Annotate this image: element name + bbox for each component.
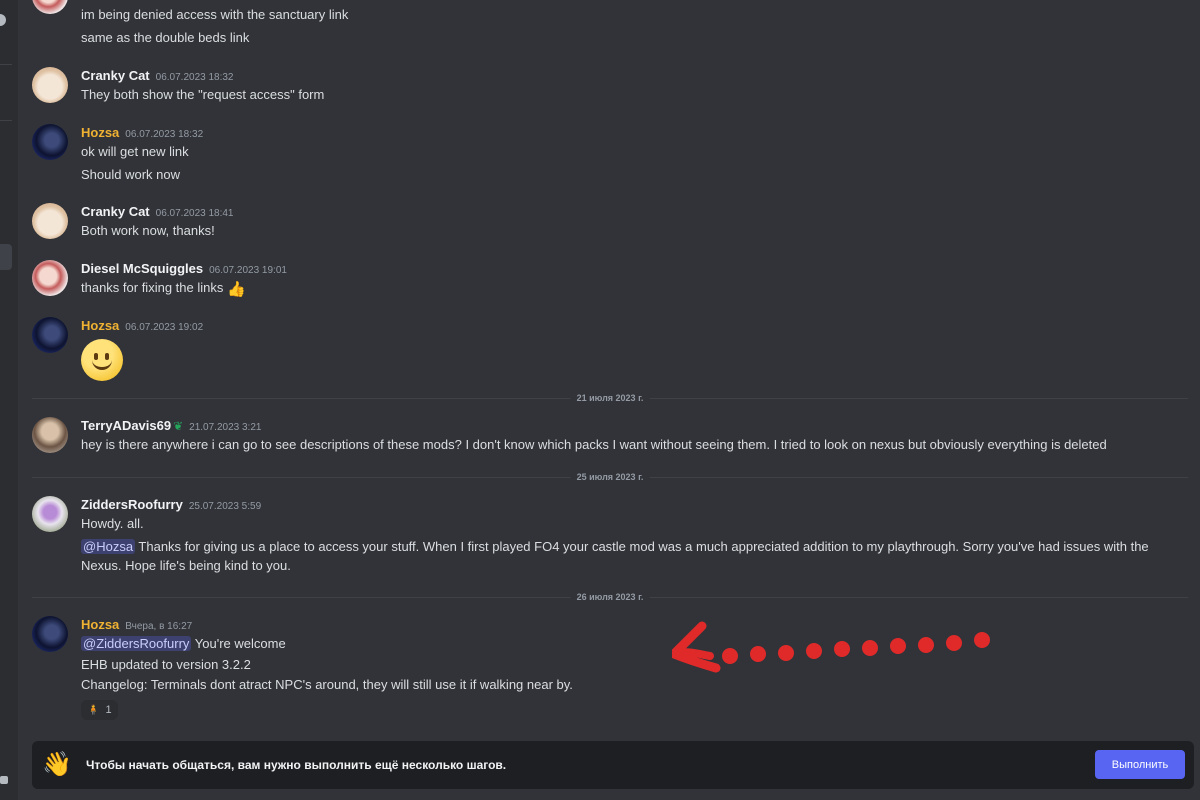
date-divider-label: 26 июля 2023 г. [570,592,650,602]
settings-icon[interactable] [0,776,8,784]
avatar[interactable] [32,203,68,239]
username[interactable]: Hozsa [81,617,119,632]
avatar[interactable] [32,417,68,453]
divider [0,64,12,65]
avatar[interactable] [32,616,68,652]
message-list: im being denied access with the sanctuar… [18,0,1200,740]
username[interactable]: Hozsa [81,125,119,140]
date-divider-label: 25 июля 2023 г. [570,472,650,482]
timestamp: 06.07.2023 18:41 [155,208,234,219]
message-text: Changelog: Terminals dont atract NPC's a… [81,677,573,692]
date-divider-label: 21 июля 2023 г. [570,393,650,403]
message-text: Should work now [81,167,180,182]
complete-steps-button[interactable]: Выполнить [1095,750,1185,779]
username[interactable]: Hozsa [81,318,119,333]
user-mention[interactable]: @ZiddersRoofurry [81,636,192,651]
onboarding-text: Чтобы начать общаться, вам нужно выполни… [86,758,507,772]
message-text: Thanks for giving us a place to access y… [81,539,1149,573]
username[interactable]: Diesel McSquiggles [81,261,203,276]
server-sidebar-edge [0,0,18,800]
leaf-badge-icon: ❦ [173,419,184,433]
avatar[interactable] [32,496,68,532]
username[interactable]: ZiddersRoofurry [81,497,183,512]
thumbs-up-emoji: 👍 [226,281,246,298]
message-text: EHB updated to version 3.2.2 [81,657,251,672]
server-icon[interactable] [0,14,6,26]
timestamp: 06.07.2023 19:02 [125,322,204,333]
avatar[interactable] [32,0,68,14]
timestamp: 06.07.2023 19:01 [209,265,287,276]
avatar[interactable] [32,67,68,103]
timestamp: 06.07.2023 18:32 [155,72,234,83]
date-divider: 21 июля 2023 г. [32,393,1188,403]
timestamp: 06.07.2023 18:32 [125,129,204,140]
timestamp: 25.07.2023 5:59 [188,501,262,512]
username[interactable]: TerryADavis69 [81,418,171,433]
message-text: ok will get new link [81,144,189,159]
timestamp: Вчера, в 16:27 [125,621,193,632]
slight-smile-emoji [81,339,123,381]
timestamp: 21.07.2023 3:21 [189,422,262,433]
message-text: Both work now, thanks! [81,223,215,238]
user-mention[interactable]: @Hozsa [81,539,136,554]
message-text: They both show the "request access" form [81,87,325,102]
date-divider: 26 июля 2023 г. [32,592,1188,602]
message-text: im being denied access with the sanctuar… [81,7,349,22]
username[interactable]: Cranky Cat [81,204,150,219]
avatar[interactable] [32,317,68,353]
person-emoji-icon: 🧍 [87,704,100,716]
date-divider: 25 июля 2023 г. [32,472,1188,482]
avatar[interactable] [32,260,68,296]
message-text: Howdy. all. [81,516,144,531]
waving-hand-icon: 👋 [42,751,72,778]
avatar[interactable] [32,124,68,160]
selected-channel-indicator[interactable] [0,244,12,270]
divider [0,120,12,121]
red-arrow-annotation [672,621,990,673]
message-text: hey is there anywhere i can go to see de… [81,437,1107,452]
reaction-button[interactable]: 🧍 1 [81,700,118,720]
message-text: thanks for fixing the links [81,280,224,295]
username[interactable]: Cranky Cat [81,68,150,83]
reaction-count: 1 [105,704,112,716]
message-text: You're welcome [191,636,286,651]
message-text: same as the double beds link [81,30,250,45]
onboarding-bar: 👋 Чтобы начать общаться, вам нужно выпол… [32,741,1194,789]
